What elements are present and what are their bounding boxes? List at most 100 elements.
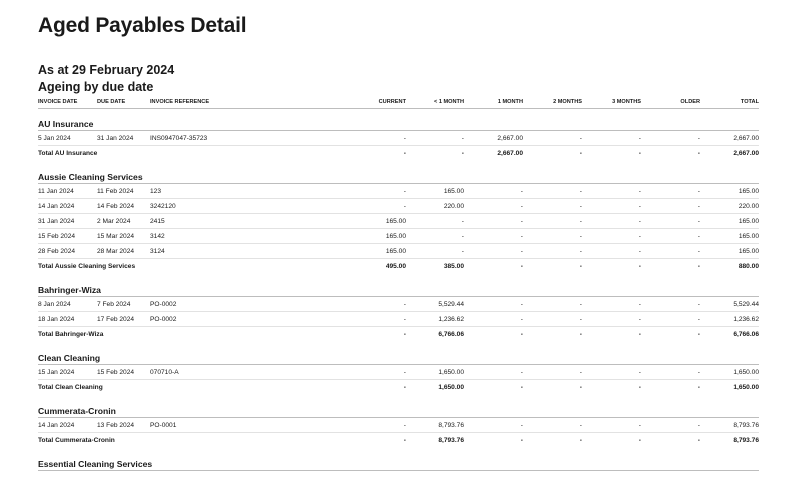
total-2-months: - <box>579 262 582 270</box>
current-amount: 165.00 <box>310 213 406 229</box>
total-less-1-month: 6,766.06 <box>438 330 464 338</box>
invoice-date: 14 Jan 2024 <box>38 417 97 433</box>
invoice-row[interactable]: 5 Jan 2024 31 Jan 2024 INS0947047-35723- -2… <box>38 130 759 146</box>
total-1-month: - <box>520 436 523 444</box>
invoice-date: 15 Feb 2024 <box>38 228 97 244</box>
supplier-group-header: Bahringer-Wiza <box>38 275 759 297</box>
total-current: - <box>403 383 406 391</box>
invoice-reference[interactable]: INS0947047-35723 <box>150 130 310 146</box>
col-invoice-reference[interactable]: INVOICE REFERENCE <box>150 96 310 109</box>
total-2-months: - <box>579 383 582 391</box>
aged-payables-table: INVOICE DATE DUE DATE INVOICE REFERENCE … <box>38 96 759 471</box>
2-months-amount: - <box>523 417 582 433</box>
1-month-amount: 2,667.00 <box>464 130 523 146</box>
invoice-row[interactable]: 14 Jan 2024 14 Feb 2024 3242120-220.00- - - -… <box>38 198 759 214</box>
older-amount: - <box>641 228 700 244</box>
col-2-months[interactable]: 2 MONTHS <box>523 96 582 109</box>
invoice-reference[interactable]: PO-0002 <box>150 311 310 327</box>
invoice-reference[interactable]: 070710-A <box>150 364 310 380</box>
col-due-date[interactable]: DUE DATE <box>97 96 150 109</box>
col-3-months[interactable]: 3 MONTHS <box>582 96 641 109</box>
3-months-amount: - <box>582 417 641 433</box>
1-month-amount: - <box>464 364 523 380</box>
col-older[interactable]: OLDER <box>641 96 700 109</box>
3-months-amount: - <box>582 183 641 199</box>
older-amount: - <box>641 417 700 433</box>
3-months-amount: - <box>582 130 641 146</box>
column-header-row: INVOICE DATE DUE DATE INVOICE REFERENCE … <box>38 96 759 109</box>
total-3-months: - <box>638 383 641 391</box>
supplier-name: Essential Cleaning Services <box>38 449 759 471</box>
row-total: 5,529.44 <box>700 296 759 312</box>
3-months-amount: - <box>582 198 641 214</box>
invoice-date: 8 Jan 2024 <box>38 296 97 312</box>
row-total: 165.00 <box>700 228 759 244</box>
report-body: AU Insurance 5 Jan 2024 31 Jan 2024 INS0947… <box>38 108 759 471</box>
due-date: 31 Jan 2024 <box>97 130 150 146</box>
total-amount: 8,793.76 <box>733 436 759 444</box>
3-months-amount: - <box>582 364 641 380</box>
current-amount: - <box>310 130 406 146</box>
1-month-amount: - <box>464 243 523 259</box>
total-older: - <box>697 330 700 338</box>
invoice-row[interactable]: 18 Jan 2024 17 Feb 2024 PO-0002-1,236.62- -… <box>38 311 759 327</box>
invoice-row[interactable]: 15 Jan 2024 15 Feb 2024 070710-A -1,650.00-… <box>38 364 759 380</box>
2-months-amount: - <box>523 198 582 214</box>
invoice-reference[interactable]: 3242120 <box>150 198 310 214</box>
total-3-months: - <box>638 330 641 338</box>
supplier-name: AU Insurance <box>38 108 759 131</box>
invoice-row[interactable]: 28 Feb 2024 28 Mar 2024 3124 165.00- - - - -165… <box>38 243 759 259</box>
3-months-amount: - <box>582 228 641 244</box>
row-total: 8,793.76 <box>700 417 759 433</box>
older-amount: - <box>641 198 700 214</box>
row-total: 165.00 <box>700 213 759 229</box>
current-amount: - <box>310 296 406 312</box>
supplier-total-row: Total Cummerata-Cronin - 8,793.76 - - - - 8,793… <box>38 433 759 448</box>
invoice-reference[interactable]: 2415 <box>150 213 310 229</box>
total-less-1-month: 385.00 <box>443 262 464 270</box>
1-month-amount: - <box>464 296 523 312</box>
total-3-months: - <box>638 436 641 444</box>
invoice-date: 18 Jan 2024 <box>38 311 97 327</box>
invoice-reference[interactable]: PO-0001 <box>150 417 310 433</box>
current-amount: - <box>310 198 406 214</box>
1-month-amount: - <box>464 198 523 214</box>
less-1-month-amount: - <box>406 213 464 229</box>
3-months-amount: - <box>582 311 641 327</box>
invoice-reference[interactable]: PO-0002 <box>150 296 310 312</box>
due-date: 15 Feb 2024 <box>97 364 150 380</box>
invoice-row[interactable]: 8 Jan 2024 7 Feb 2024 PO-0002-5,529.44- - - -… <box>38 296 759 312</box>
col-total[interactable]: TOTAL <box>700 96 759 109</box>
total-older: - <box>697 436 700 444</box>
invoice-reference[interactable]: 123 <box>150 183 310 199</box>
invoice-row[interactable]: 14 Jan 2024 13 Feb 2024 PO-0001-8,793.76- -… <box>38 417 759 433</box>
total-current: - <box>403 149 406 157</box>
supplier-total-row: Total Aussie Cleaning Services 495.00 385.… <box>38 259 759 274</box>
invoice-row[interactable]: 31 Jan 2024 2 Mar 2024 2415 165.00- - - - -165.… <box>38 213 759 229</box>
supplier-group-header: Essential Cleaning Services <box>38 449 759 471</box>
invoice-row[interactable]: 11 Jan 2024 11 Feb 2024 123-165.00- - - -165.… <box>38 183 759 199</box>
less-1-month-amount: 1,650.00 <box>406 364 464 380</box>
report-title: Aged Payables Detail <box>38 14 247 37</box>
col-less-1-month[interactable]: < 1 MONTH <box>406 96 464 109</box>
report-date: As at 29 February 2024 <box>38 63 175 77</box>
total-3-months: - <box>638 149 641 157</box>
row-total: 2,667.00 <box>700 130 759 146</box>
invoice-row[interactable]: 15 Feb 2024 15 Mar 2024 3142 165.00- - - - -165… <box>38 228 759 244</box>
total-2-months: - <box>579 436 582 444</box>
total-less-1-month: 1,650.00 <box>438 383 464 391</box>
1-month-amount: - <box>464 228 523 244</box>
col-invoice-date[interactable]: INVOICE DATE <box>38 96 97 109</box>
invoice-date: 28 Feb 2024 <box>38 243 97 259</box>
3-months-amount: - <box>582 296 641 312</box>
col-1-month[interactable]: 1 MONTH <box>464 96 523 109</box>
col-current[interactable]: CURRENT <box>310 96 406 109</box>
invoice-reference[interactable]: 3142 <box>150 228 310 244</box>
invoice-date: 14 Jan 2024 <box>38 198 97 214</box>
due-date: 15 Mar 2024 <box>97 228 150 244</box>
2-months-amount: - <box>523 243 582 259</box>
invoice-reference[interactable]: 3124 <box>150 243 310 259</box>
older-amount: - <box>641 243 700 259</box>
total-amount: 2,667.00 <box>733 149 759 157</box>
older-amount: - <box>641 213 700 229</box>
